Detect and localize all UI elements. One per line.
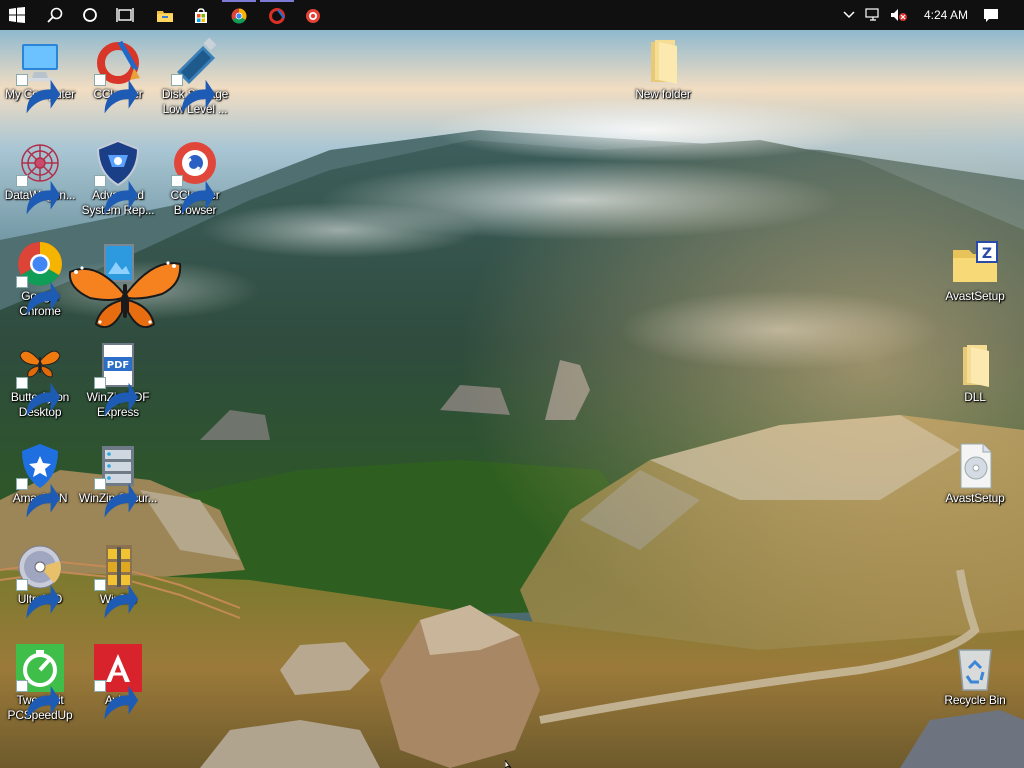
search-icon[interactable]: [38, 0, 72, 30]
speedometer-icon: [16, 644, 64, 720]
avira-icon: [94, 644, 142, 720]
desktop-icon-winzip-secure[interactable]: WinZip Secur...: [78, 442, 158, 518]
chrome-icon: [16, 240, 64, 316]
desktop-icon-winzip-pdf-express[interactable]: PDF WinZip PDF Express: [78, 341, 158, 420]
desktop-icon-tweakbit-pcspeedup[interactable]: TweakBit PCSpeedUp: [0, 644, 80, 723]
desktop-icon-disk-storage[interactable]: Disk Storage Low Level ...: [155, 38, 235, 117]
icon-label: DLL: [964, 390, 986, 404]
ccleaner-icon[interactable]: [260, 0, 294, 30]
desktop-icon-ccleaner-browser[interactable]: CCleaner Browser: [155, 139, 235, 218]
store-icon[interactable]: [184, 0, 218, 30]
icon-label: New folder: [635, 87, 691, 101]
desktop-icon-recycle-bin[interactable]: Recycle Bin: [935, 644, 1015, 708]
shield-icon: [94, 139, 142, 215]
desktop-icon-ultraiso[interactable]: UltraISO: [0, 543, 80, 619]
volume-muted-icon[interactable]: [884, 0, 914, 30]
desktop-icon-butterfly-on-desktop[interactable]: Butterfly on Desktop: [0, 341, 80, 420]
action-center-icon[interactable]: [974, 0, 1008, 30]
svg-text:Z: Z: [982, 246, 992, 262]
cortana-circle-icon[interactable]: [73, 0, 107, 30]
recycle-bin-icon: [951, 644, 999, 692]
icon-label: Recycle Bin: [944, 693, 1006, 707]
ccleaner-icon: [94, 38, 142, 114]
clock[interactable]: 4:24 AM: [916, 0, 976, 30]
desktop-icon-advanced-system-repair[interactable]: Advanced System Rep...: [78, 139, 158, 218]
folder-icon: [951, 341, 999, 389]
desktop-icon-ccleaner[interactable]: CCleaner: [78, 38, 158, 114]
file-explorer-icon[interactable]: [148, 0, 182, 30]
zip-folder-icon: Z: [951, 240, 999, 288]
desktop-icon-avastsetup-zip[interactable]: Z AvastSetup: [935, 240, 1015, 304]
ccleaner-browser-icon: [171, 139, 219, 215]
desktop-icon-new-folder[interactable]: New folder: [623, 38, 703, 102]
desktop-icon-dll-folder[interactable]: DLL: [935, 341, 1015, 405]
desktop-icon-avastsetup-file[interactable]: AvastSetup: [935, 442, 1015, 506]
usb-drive-icon: [171, 38, 219, 114]
pdf-icon: PDF: [94, 341, 142, 417]
desktop-icon-my-computer[interactable]: My Computer: [0, 38, 80, 114]
disc-icon: [16, 543, 64, 619]
icon-label: AvastSetup: [945, 289, 1005, 303]
task-view-icon[interactable]: [108, 0, 142, 30]
winzip-icon: [94, 543, 142, 619]
server-icon: [94, 442, 142, 518]
folder-icon: [639, 38, 687, 86]
butterfly-icon: [16, 341, 64, 417]
mouse-cursor: [505, 760, 512, 768]
svg-text:PDF: PDF: [107, 360, 129, 371]
desktop-icon-amanvpn[interactable]: AmanVPN: [0, 442, 80, 518]
computer-icon: [16, 38, 64, 114]
chrome-icon[interactable]: [222, 0, 256, 30]
datawagon-icon: [16, 139, 64, 215]
desktop-icon-avira[interactable]: Avira: [78, 644, 158, 720]
windows-logo-icon[interactable]: [0, 0, 34, 30]
desktop-icon-datawagon[interactable]: DataWagon...: [0, 139, 80, 215]
vpn-shield-icon: [16, 442, 64, 518]
icon-label: AvastSetup: [945, 491, 1005, 505]
butterfly-overlay-icon[interactable]: [66, 254, 184, 336]
ccleaner-browser-icon[interactable]: [296, 0, 330, 30]
taskbar: 4:24 AM: [0, 0, 1024, 30]
disc-image-file-icon: [951, 442, 999, 490]
desktop-icon-winzip[interactable]: WinZip: [78, 543, 158, 619]
